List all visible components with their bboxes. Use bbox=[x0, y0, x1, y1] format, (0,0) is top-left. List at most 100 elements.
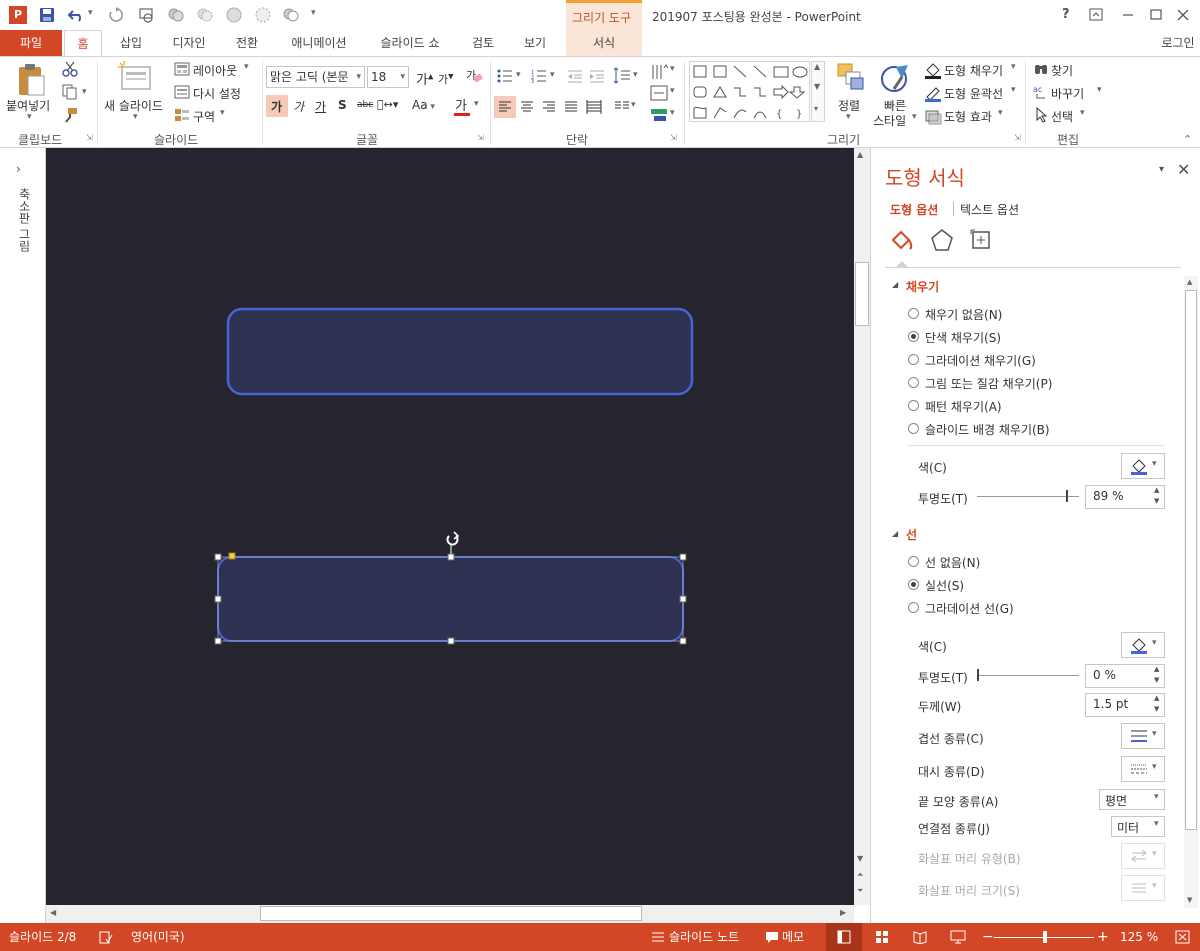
login-link[interactable]: 로그인 bbox=[1156, 30, 1200, 56]
align-text-dropdown-icon[interactable]: ▾ bbox=[670, 86, 675, 96]
shape-union-icon[interactable] bbox=[225, 6, 243, 24]
text-direction-icon[interactable] bbox=[650, 63, 668, 81]
smartart-dropdown-icon[interactable]: ▾ bbox=[670, 108, 675, 118]
help-button[interactable]: ? bbox=[1062, 7, 1070, 22]
pane-scroll-down-icon[interactable]: ▼ bbox=[1187, 896, 1192, 904]
arrange-icon[interactable] bbox=[837, 63, 865, 91]
fill-radio-1[interactable] bbox=[908, 331, 919, 342]
replace-icon[interactable]: ac bbox=[1033, 84, 1049, 100]
minimize-icon[interactable] bbox=[1121, 8, 1135, 21]
shapes-gallery-scroll[interactable]: ▲ ▼ ▾ bbox=[811, 61, 825, 122]
shape-subtract-icon[interactable] bbox=[282, 6, 300, 24]
fill-option-label[interactable]: 패턴 채우기(A) bbox=[925, 398, 1002, 415]
shape-effects-dropdown-icon[interactable]: ▾ bbox=[998, 108, 1003, 118]
scroll-thumb[interactable] bbox=[855, 262, 869, 326]
comments-icon[interactable] bbox=[765, 931, 779, 944]
line-color-dropdown-icon[interactable]: ▾ bbox=[1152, 638, 1157, 648]
reset-slide-icon[interactable] bbox=[174, 85, 190, 99]
quick-styles-label-2[interactable]: 스타일 bbox=[873, 112, 906, 129]
pane-options-dropdown-icon[interactable]: ▾ bbox=[1159, 164, 1164, 175]
cap-dropdown-icon[interactable]: ▾ bbox=[1154, 792, 1159, 802]
shape-fill-dropdown-icon[interactable]: ▾ bbox=[1011, 62, 1016, 72]
fill-collapse-icon[interactable]: ◢ bbox=[892, 280, 898, 289]
line-radio-1[interactable] bbox=[908, 579, 919, 590]
tab-slideshow[interactable]: 슬라이드 쇼 bbox=[370, 30, 450, 56]
shape-combine-icon[interactable] bbox=[196, 6, 214, 24]
save-icon[interactable] bbox=[39, 7, 55, 23]
comments-button[interactable]: 메모 bbox=[782, 923, 804, 951]
increase-indent-icon[interactable] bbox=[589, 69, 605, 83]
fill-option-label[interactable]: 단색 채우기(S) bbox=[925, 329, 1001, 346]
fill-option-label[interactable]: 채우기 없음(N) bbox=[925, 306, 1002, 323]
tab-text-options[interactable]: 텍스트 옵션 bbox=[960, 201, 1019, 218]
rounded-rectangle-shape-2[interactable] bbox=[217, 556, 684, 642]
font-size-dropdown-icon[interactable]: ▾ bbox=[400, 67, 405, 87]
shape-merge-icon[interactable] bbox=[167, 6, 185, 24]
line-transparency-slider[interactable] bbox=[977, 675, 1079, 676]
text-direction-dropdown-icon[interactable]: ▾ bbox=[670, 64, 675, 74]
shape-fill-button[interactable]: 도형 채우기 bbox=[944, 62, 1003, 79]
spin-down-icon[interactable]: ▼ bbox=[1154, 676, 1159, 684]
fit-to-window-icon[interactable] bbox=[1175, 930, 1190, 944]
pane-scrollbar[interactable]: ▲ ▼ bbox=[1184, 276, 1198, 908]
bullets-icon[interactable] bbox=[497, 69, 513, 83]
line-option-label[interactable]: 그라데이션 선(G) bbox=[925, 600, 1014, 617]
line-transparency-knob[interactable] bbox=[977, 669, 979, 681]
effects-icon[interactable] bbox=[930, 228, 954, 252]
dash-dropdown-icon[interactable]: ▾ bbox=[1152, 762, 1157, 772]
fill-radio-2[interactable] bbox=[908, 354, 919, 365]
columns-icon[interactable] bbox=[614, 100, 630, 114]
zoom-level[interactable]: 125 % bbox=[1120, 923, 1158, 951]
paragraph-launcher-icon[interactable]: ⇲ bbox=[670, 133, 677, 142]
shape-effects-icon[interactable] bbox=[924, 107, 942, 125]
section-button[interactable]: 구역 bbox=[193, 108, 215, 125]
font-name-dropdown-icon[interactable]: ▾ bbox=[356, 67, 361, 87]
copy-dropdown-icon[interactable]: ▾ bbox=[82, 87, 87, 97]
shape-effects-button[interactable]: 도형 효과 bbox=[944, 108, 992, 125]
line-spacing-icon[interactable] bbox=[613, 67, 631, 85]
tab-file[interactable]: 파일 bbox=[0, 30, 62, 56]
paste-dropdown-icon[interactable]: ▾ bbox=[27, 112, 32, 122]
previous-slide-icon[interactable]: ⏶ bbox=[857, 870, 863, 880]
new-slide-icon[interactable] bbox=[118, 61, 152, 91]
reset-button[interactable]: 다시 설정 bbox=[193, 85, 241, 102]
gallery-more-icon[interactable]: ▾ bbox=[814, 104, 818, 113]
line-section-header[interactable]: 선 bbox=[906, 526, 917, 543]
slide-canvas[interactable] bbox=[46, 148, 854, 905]
normal-view-active[interactable] bbox=[826, 923, 862, 951]
shapes-gallery[interactable]: {} bbox=[689, 61, 810, 122]
collapse-ribbon-icon[interactable]: ⌃ bbox=[1183, 133, 1192, 146]
layout-button[interactable]: 레이아웃 bbox=[193, 62, 237, 79]
selected-shape-group[interactable] bbox=[214, 531, 687, 645]
select-button[interactable]: 선택 bbox=[1051, 108, 1073, 125]
rounded-rectangle-shape-1[interactable] bbox=[226, 307, 694, 396]
fill-radio-4[interactable] bbox=[908, 400, 919, 411]
line-radio-0[interactable] bbox=[908, 556, 919, 567]
layout-icon[interactable] bbox=[174, 62, 190, 76]
scroll-right-icon[interactable]: ▶ bbox=[840, 908, 846, 917]
tab-animations[interactable]: 애니메이션 bbox=[280, 30, 358, 56]
italic-icon[interactable]: 가 bbox=[293, 98, 304, 115]
expand-thumbnails-icon[interactable]: › bbox=[16, 162, 21, 176]
fill-transparency-slider[interactable] bbox=[977, 496, 1079, 497]
close-pane-icon[interactable]: ✕ bbox=[1177, 160, 1190, 179]
replace-button[interactable]: 바꾸기 bbox=[1051, 85, 1084, 102]
decrease-font-size-icon[interactable]: 가▼ bbox=[438, 71, 454, 87]
slide-sorter-icon[interactable] bbox=[875, 930, 889, 944]
fill-color-dropdown-icon[interactable]: ▾ bbox=[1152, 459, 1157, 469]
dash-type-picker[interactable]: ▾ bbox=[1121, 756, 1165, 782]
fill-color-picker[interactable]: ▾ bbox=[1121, 453, 1165, 479]
zoom-in-button[interactable]: + bbox=[1097, 923, 1109, 951]
line-collapse-icon[interactable]: ◢ bbox=[892, 529, 898, 538]
adjustment-handle[interactable] bbox=[228, 552, 236, 560]
pane-scroll-thumb[interactable] bbox=[1185, 290, 1197, 830]
section-dropdown-icon[interactable]: ▾ bbox=[220, 108, 225, 118]
shape-fragment-icon[interactable] bbox=[254, 6, 272, 24]
font-color-icon[interactable]: 가 bbox=[455, 95, 467, 114]
font-size-combo[interactable]: 18 ▾ bbox=[367, 66, 409, 88]
fill-option-label[interactable]: 그림 또는 질감 채우기(P) bbox=[925, 375, 1052, 392]
shape-outline-dropdown-icon[interactable]: ▾ bbox=[1011, 85, 1016, 95]
smartart-convert-icon[interactable] bbox=[650, 107, 668, 123]
columns-dropdown-icon[interactable]: ▾ bbox=[631, 100, 636, 110]
tab-insert[interactable]: 삽입 bbox=[110, 30, 152, 56]
